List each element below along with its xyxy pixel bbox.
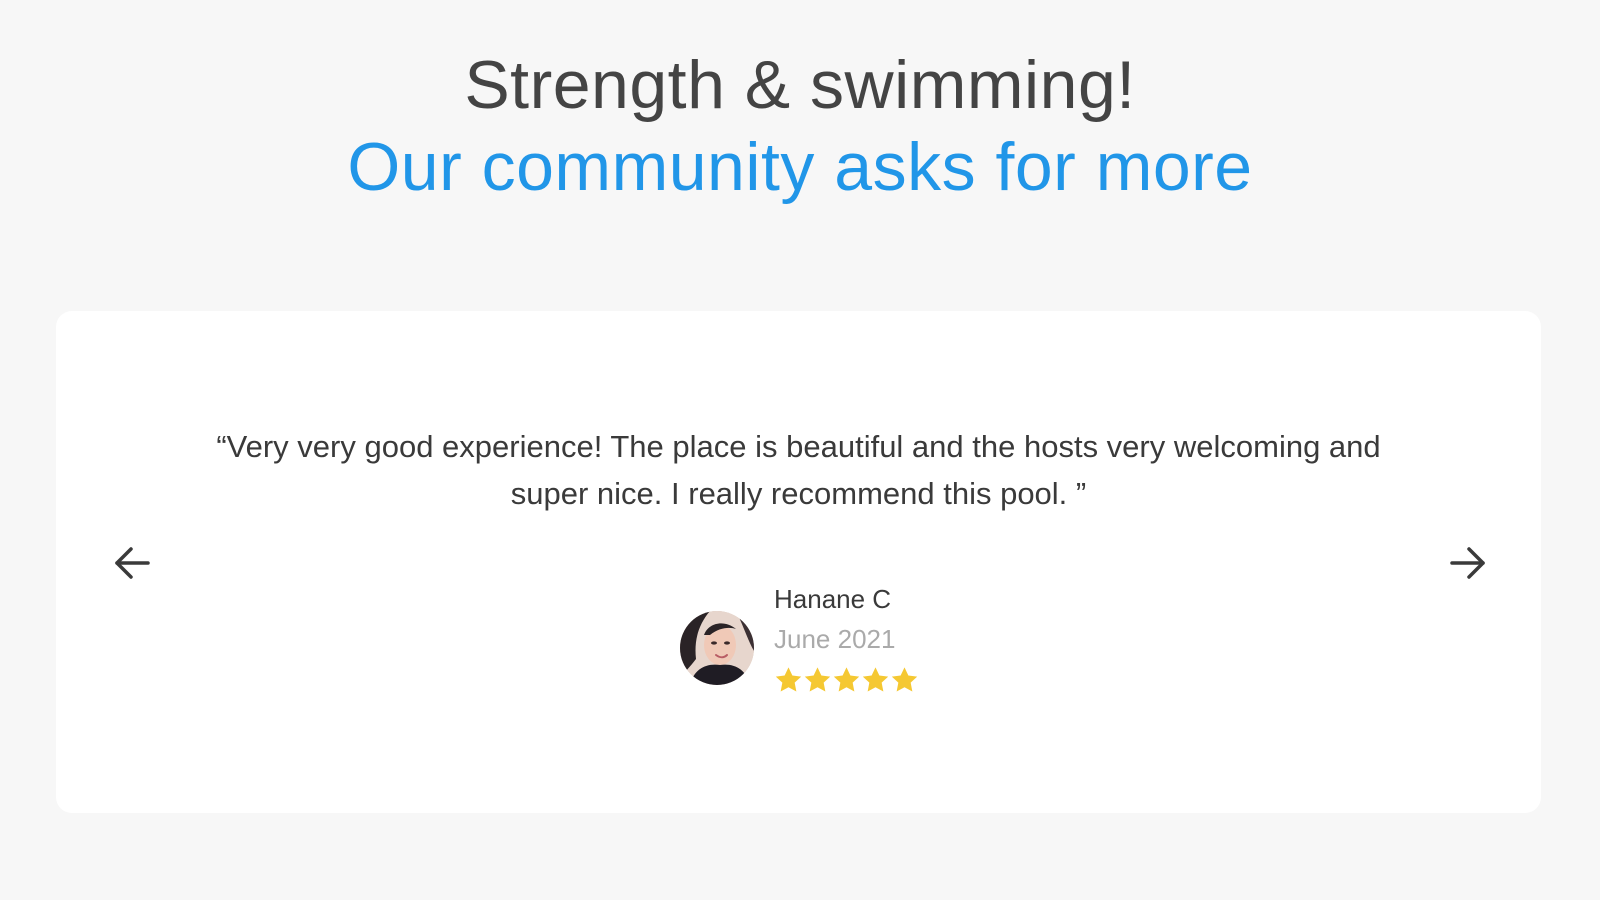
star-icon bbox=[775, 667, 802, 692]
reviewer-name: Hanane C bbox=[774, 584, 892, 614]
avatar bbox=[680, 611, 754, 685]
page-title: Strength & swimming! bbox=[464, 47, 1136, 123]
star-icon bbox=[804, 667, 831, 692]
previous-testimonial-button[interactable] bbox=[108, 539, 156, 587]
next-testimonial-button[interactable] bbox=[1444, 539, 1492, 587]
arrow-right-icon bbox=[1450, 547, 1485, 579]
review-date: June 2021 bbox=[774, 624, 896, 654]
star-rating bbox=[774, 665, 919, 695]
star-icon bbox=[862, 667, 889, 692]
arrow-left-icon bbox=[115, 547, 150, 579]
page-subtitle: Our community asks for more bbox=[347, 129, 1253, 205]
star-icon bbox=[891, 667, 918, 692]
reviewer-info: Hanane C June 2021 bbox=[680, 581, 980, 711]
star-icon bbox=[833, 667, 860, 692]
testimonial-quote: “Very very good experience! The place is… bbox=[216, 429, 1381, 511]
testimonial-card: “Very very good experience! The place is… bbox=[56, 311, 1541, 813]
